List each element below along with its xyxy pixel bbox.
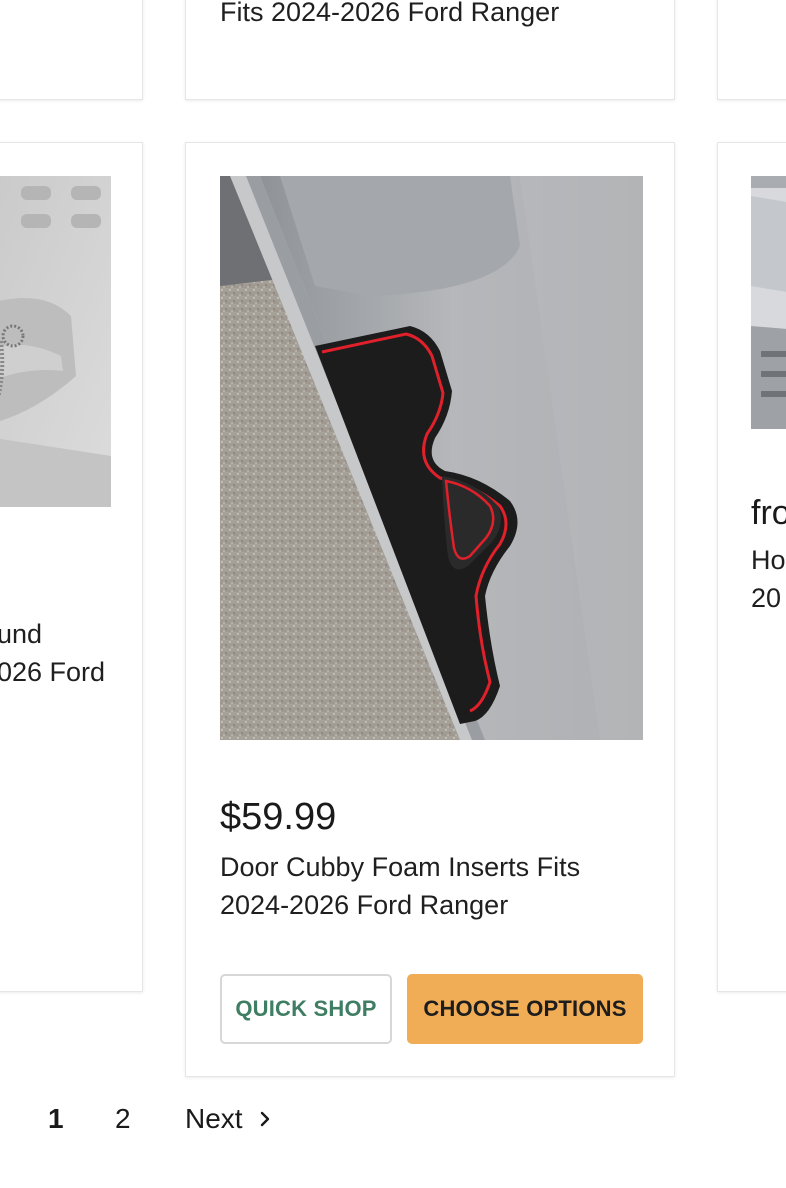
- product-title-line1[interactable]: und: [0, 615, 42, 653]
- product-price: $59.99: [220, 796, 337, 838]
- product-card-top-left[interactable]: [0, 0, 143, 100]
- chevron-right-icon: [259, 1110, 271, 1128]
- product-image[interactable]: [220, 176, 643, 740]
- pagination: 1 2 Next: [0, 1100, 786, 1140]
- product-title[interactable]: Fits 2024-2026 Ford Ranger: [220, 0, 559, 31]
- choose-options-button[interactable]: CHOOSE OPTIONS: [407, 974, 643, 1044]
- product-title-line2[interactable]: 20: [751, 579, 781, 617]
- product-price: fro: [751, 494, 786, 532]
- product-card-left[interactable]: und 026 Ford: [0, 142, 143, 992]
- product-title-line1[interactable]: Ho: [751, 541, 786, 579]
- product-image[interactable]: [0, 176, 111, 507]
- product-title-line2[interactable]: 026 Ford: [0, 653, 105, 691]
- product-title-line1[interactable]: Door Cubby Foam Inserts Fits: [220, 848, 580, 886]
- product-card-door-cubby[interactable]: $59.99 Door Cubby Foam Inserts Fits 2024…: [185, 142, 675, 1077]
- page-1-link[interactable]: 1: [48, 1102, 64, 1136]
- next-page-link[interactable]: Next: [185, 1102, 271, 1136]
- next-label: Next: [185, 1103, 243, 1134]
- product-card-right[interactable]: fro Ho 20: [717, 142, 786, 992]
- page-2-link[interactable]: 2: [115, 1102, 131, 1136]
- quick-shop-button[interactable]: QUICK SHOP: [220, 974, 392, 1044]
- product-card-top-right[interactable]: [717, 0, 786, 100]
- product-title-line2[interactable]: 2024-2026 Ford Ranger: [220, 886, 508, 924]
- product-card-top-center[interactable]: Fits 2024-2026 Ford Ranger: [185, 0, 675, 100]
- product-image[interactable]: [751, 176, 786, 429]
